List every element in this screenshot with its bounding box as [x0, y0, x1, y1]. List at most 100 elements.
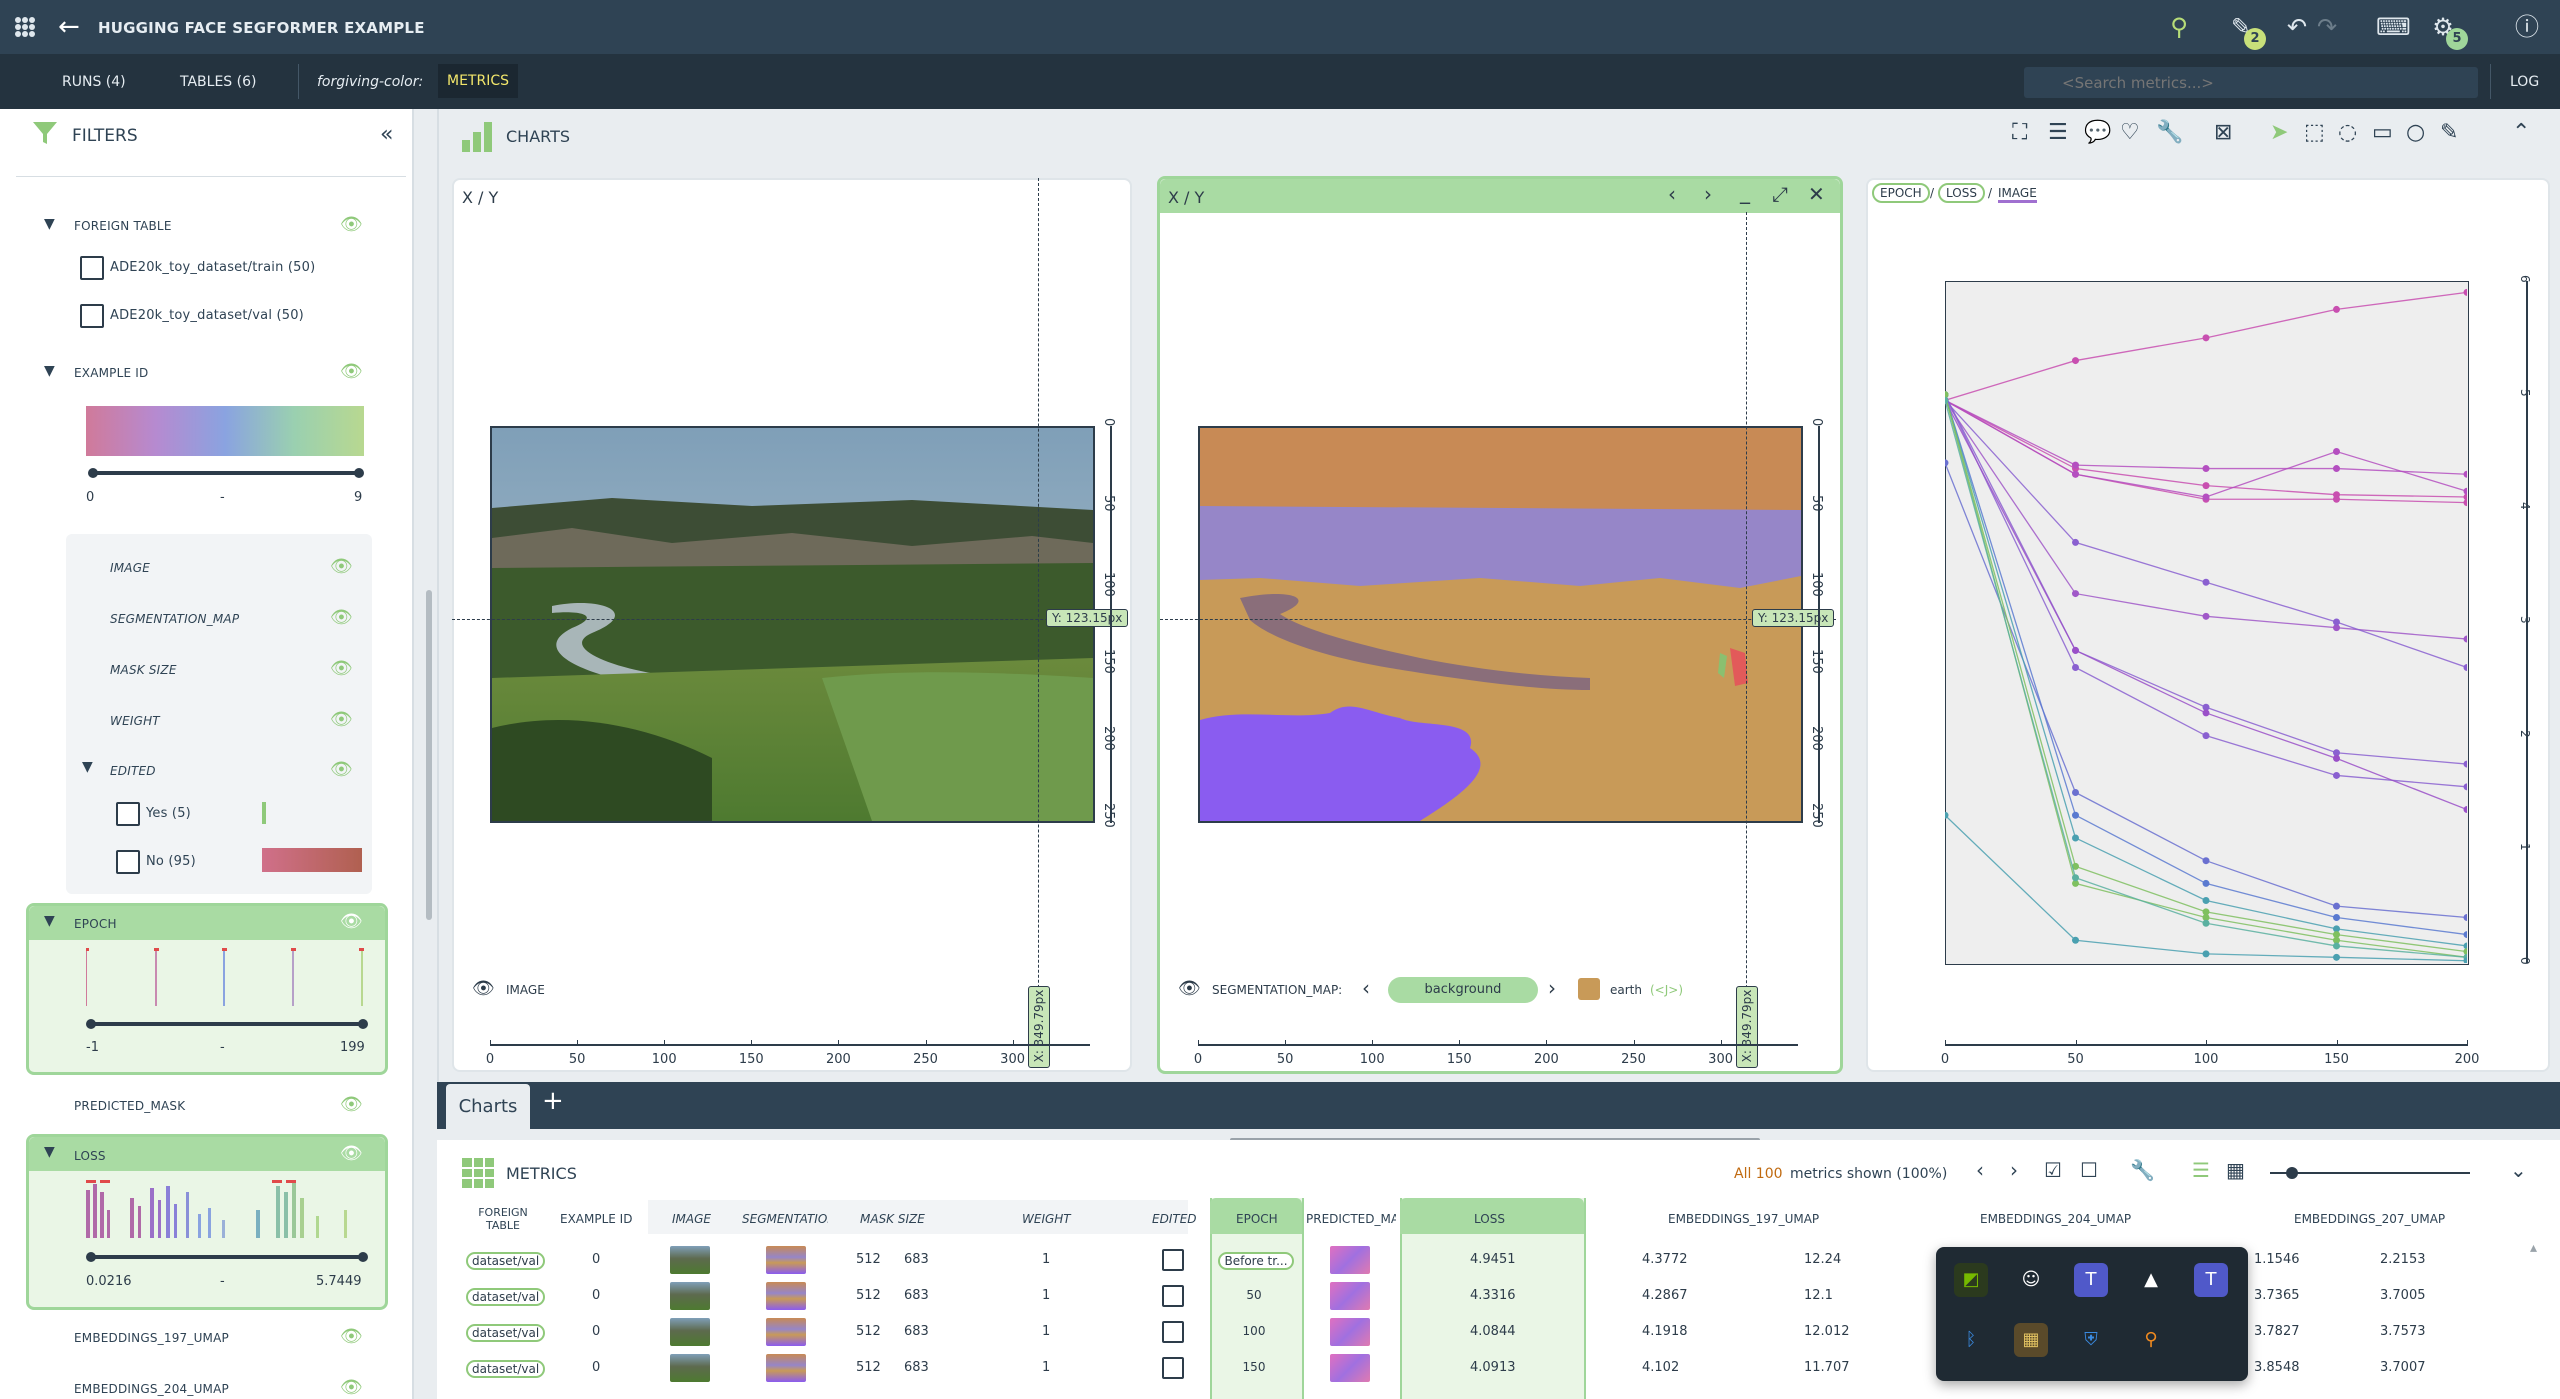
deselect-icon[interactable]: ☐	[2080, 1158, 2098, 1182]
data-point[interactable]	[2463, 499, 2468, 507]
predicted-mask-thumb[interactable]	[1330, 1354, 1370, 1382]
eye-icon[interactable]: 👁	[472, 978, 495, 999]
data-point[interactable]	[2072, 538, 2079, 546]
edited-checkbox[interactable]	[1162, 1249, 1184, 1271]
chip-icon[interactable]: ▦	[2014, 1323, 2048, 1357]
add-tab-button[interactable]: +	[542, 1086, 564, 1116]
checkbox[interactable]	[116, 850, 140, 874]
app-a-icon[interactable]: ▲	[2134, 1263, 2168, 1297]
checkbox[interactable]	[80, 304, 104, 328]
example-id-slider[interactable]	[92, 471, 360, 475]
data-point[interactable]	[2202, 879, 2210, 887]
data-point[interactable]	[2202, 732, 2210, 740]
minimize-icon[interactable]: _	[1740, 180, 1750, 204]
data-point[interactable]	[2333, 771, 2340, 779]
wrench-icon[interactable]: 🔧	[2130, 1158, 2155, 1182]
data-point[interactable]	[2463, 760, 2468, 768]
class-prev-icon[interactable]: ‹	[1362, 976, 1370, 1000]
range-max[interactable]: 199	[340, 1040, 365, 1055]
data-point[interactable]	[2202, 578, 2210, 586]
lasso-icon[interactable]: ◌	[2338, 120, 2357, 145]
col-header[interactable]: MASK SIZE	[860, 1212, 925, 1226]
range-min[interactable]: 0	[86, 490, 94, 505]
grid-view-icon[interactable]: ▦	[2226, 1158, 2245, 1182]
teams-alt-icon[interactable]: T	[2194, 1263, 2228, 1297]
tables-tab[interactable]: TABLES (6)	[180, 74, 256, 90]
col-header[interactable]: EDITED	[1152, 1212, 1197, 1226]
back-arrow-icon[interactable]: ←	[58, 12, 88, 42]
col-header[interactable]: EXAMPLE ID	[560, 1212, 632, 1226]
foreign-table-pill[interactable]: dataset/val	[466, 1288, 546, 1306]
slider-knob[interactable]	[2286, 1167, 2298, 1179]
close-icon[interactable]: ✕	[1808, 182, 1825, 206]
data-point[interactable]	[2463, 487, 2468, 495]
fit-icon[interactable]: ⛶	[2012, 120, 2027, 145]
collapse-triangle-icon[interactable]: ▼	[44, 1144, 55, 1160]
filters-scrollbar[interactable]	[426, 590, 432, 920]
bluetooth-icon[interactable]: ᛒ	[1954, 1323, 1988, 1357]
data-point[interactable]	[2072, 470, 2079, 478]
eye-icon[interactable]: 👁	[340, 911, 363, 932]
collapse-panel-icon[interactable]: «	[380, 122, 393, 147]
foreign-table-pill[interactable]: dataset/val	[466, 1360, 546, 1378]
segmentation-thumb[interactable]	[766, 1282, 806, 1310]
info-icon[interactable]: ⓘ	[2512, 12, 2542, 42]
data-point[interactable]	[2333, 465, 2340, 473]
series-line[interactable]	[1945, 291, 2467, 401]
rect-select-icon[interactable]: ▭	[2372, 120, 2393, 145]
data-point[interactable]	[2333, 914, 2340, 922]
list-icon[interactable]: ☰	[2048, 120, 2068, 145]
image-thumb[interactable]	[670, 1282, 710, 1310]
eye-icon[interactable]: 👁	[340, 1094, 363, 1115]
checkbox[interactable]	[116, 802, 140, 826]
data-point[interactable]	[2463, 663, 2468, 671]
series-line[interactable]	[1945, 400, 2467, 811]
col-header[interactable]: LOSS	[1474, 1212, 1505, 1226]
predicted-mask-thumb[interactable]	[1330, 1246, 1370, 1274]
slider-knob[interactable]	[354, 468, 364, 478]
segmentation-thumb[interactable]	[766, 1354, 806, 1382]
prev-page-icon[interactable]: ‹	[1976, 1158, 1984, 1182]
col-header[interactable]: EMBEDDINGS_197_UMAP	[1668, 1212, 1819, 1226]
image-thumb[interactable]	[670, 1354, 710, 1382]
col-header[interactable]: SEGMENTATION_MAP	[742, 1212, 828, 1226]
box-select-icon[interactable]: ⬚	[2304, 120, 2325, 145]
col-header[interactable]: FOREIGN TABLE	[468, 1206, 538, 1232]
col-header[interactable]: EPOCH	[1236, 1212, 1278, 1226]
loss-slider[interactable]	[92, 1255, 360, 1259]
zoom-slider[interactable]	[2270, 1172, 2470, 1174]
data-point[interactable]	[2202, 896, 2210, 904]
series-line[interactable]	[1945, 399, 2467, 669]
collapse-up-icon[interactable]: ⌃	[2512, 120, 2530, 145]
clear-selection-icon[interactable]: ⊠	[2214, 120, 2232, 145]
data-point[interactable]	[2463, 931, 2468, 939]
next-icon[interactable]: ›	[1704, 182, 1712, 206]
eye-icon[interactable]: 👁	[330, 709, 353, 730]
data-point[interactable]	[2333, 902, 2340, 910]
data-point[interactable]	[1945, 459, 1949, 467]
col-header[interactable]: EMBEDDINGS_204_UMAP	[1980, 1212, 2131, 1226]
eye-icon[interactable]: 👁	[340, 1143, 363, 1164]
runs-tab[interactable]: RUNS (4)	[62, 74, 126, 90]
slider-knob[interactable]	[358, 1252, 368, 1262]
segmentation-map-image[interactable]	[1198, 426, 1803, 823]
data-point[interactable]	[2072, 834, 2079, 842]
redo-icon[interactable]: ↷	[2312, 12, 2342, 42]
image-thumb[interactable]	[670, 1246, 710, 1274]
eye-icon[interactable]: 👁	[330, 759, 353, 780]
slider-knob[interactable]	[88, 468, 98, 478]
data-point[interactable]	[2333, 495, 2340, 503]
undo-icon[interactable]: ↶	[2282, 12, 2312, 42]
expand-down-icon[interactable]: ⌄	[2510, 1158, 2527, 1182]
data-point[interactable]	[2202, 612, 2210, 620]
data-point[interactable]	[2463, 288, 2468, 296]
range-max[interactable]: 9	[354, 490, 362, 505]
data-point[interactable]	[2072, 936, 2079, 944]
keyboard-icon[interactable]: ⌨	[2376, 12, 2411, 42]
data-point[interactable]	[2333, 942, 2340, 950]
circle-select-icon[interactable]: ○	[2406, 120, 2425, 145]
collapse-triangle-icon[interactable]: ▼	[82, 759, 93, 775]
range-max[interactable]: 5.7449	[316, 1274, 362, 1289]
select-all-icon[interactable]: ☑	[2044, 1158, 2062, 1182]
class-next-icon[interactable]: ›	[1548, 976, 1556, 1000]
